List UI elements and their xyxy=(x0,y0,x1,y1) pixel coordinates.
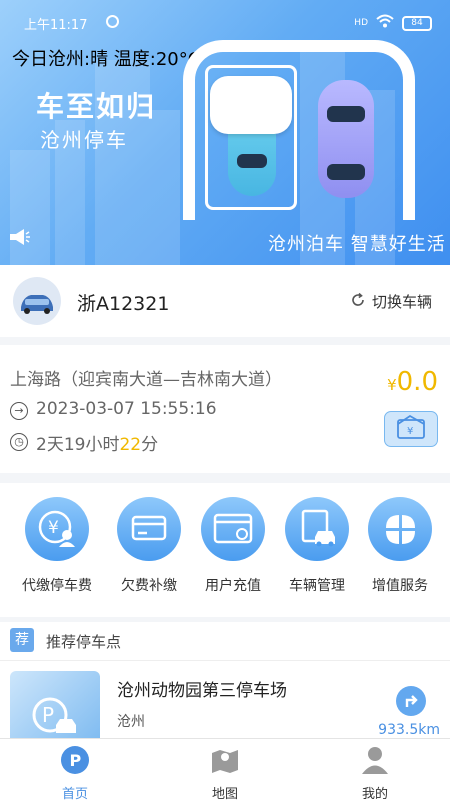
switch-vehicle-button[interactable]: 切换车辆 xyxy=(350,291,432,312)
tab-home[interactable]: P 首页 xyxy=(45,745,105,800)
recommend-title: 推荐停车点 xyxy=(46,633,122,651)
banner-slogan-main: 车至如归 xyxy=(36,90,157,123)
tab-label: 首页 xyxy=(61,787,88,800)
svg-text:¥: ¥ xyxy=(407,426,413,437)
service-label: 车辆管理 xyxy=(289,578,345,594)
svg-text:P: P xyxy=(70,751,82,770)
service-pay-for-others[interactable]: ¥ 代缴停车费 xyxy=(14,497,100,595)
entry-arrow-icon: → xyxy=(10,402,28,420)
car-clipboard-icon xyxy=(285,497,349,561)
switch-vehicle-label: 切换车辆 xyxy=(371,293,432,311)
refresh-icon xyxy=(350,292,366,312)
tab-mine[interactable]: 我的 xyxy=(345,745,405,800)
yen-symbol: ¥ xyxy=(387,376,397,394)
service-vehicle-management[interactable]: 车辆管理 xyxy=(274,497,360,595)
clover-icon xyxy=(368,497,432,561)
map-icon xyxy=(210,745,240,775)
yen-person-icon: ¥ xyxy=(25,497,89,561)
entry-time: 2023-03-07 15:55:16 xyxy=(36,399,217,419)
service-grid: ¥ 代缴停车费 欠费补缴 用户充值 车辆管理 增值服务 xyxy=(0,483,450,617)
parking-lot-item[interactable]: P 沧州动物园第三停车场 沧州 933.5km xyxy=(0,660,450,740)
fee-amount: 0.0 xyxy=(396,367,438,397)
tab-label: 我的 xyxy=(361,787,388,800)
tab-map[interactable]: 地图 xyxy=(195,745,255,800)
megaphone-icon xyxy=(8,228,30,246)
recommend-header: 荐 推荐停车点 xyxy=(0,622,450,660)
duration-minutes: 22 xyxy=(119,435,142,455)
pay-button[interactable]: ¥ xyxy=(384,411,438,447)
card-icon xyxy=(117,497,181,561)
status-bar: 上午11:17 HD 84 xyxy=(20,14,432,34)
battery-icon: 84 xyxy=(402,15,432,31)
service-recharge[interactable]: 用户充值 xyxy=(190,497,276,595)
service-label: 用户充值 xyxy=(205,578,261,594)
parking-lot-distance: 933.5km xyxy=(378,722,440,738)
promo-banner[interactable]: 上午11:17 HD 84 今日沧州:晴 温度:20°C 车至如归 沧州停车 沧… xyxy=(0,0,450,265)
service-label: 代缴停车费 xyxy=(22,578,92,594)
service-label: 增值服务 xyxy=(372,578,428,594)
license-plate: 浙A12321 xyxy=(77,293,170,315)
service-value-added[interactable]: 增值服务 xyxy=(357,497,443,595)
hd-signal-icon: HD xyxy=(354,18,368,28)
scrolling-notice[interactable]: 沧州泊车 智慧好生活 xyxy=(268,230,446,256)
alarm-icon xyxy=(106,15,119,28)
parking-lot-name: 沧州动物园第三停车场 xyxy=(117,681,287,701)
vehicle-row[interactable]: 浙A12321 切换车辆 xyxy=(0,265,450,337)
purple-car-graphic xyxy=(318,80,374,198)
service-arrears[interactable]: 欠费补缴 xyxy=(106,497,192,595)
bottom-tab-bar: P 首页 地图 我的 xyxy=(0,738,450,800)
tab-label: 地图 xyxy=(211,787,238,800)
car-avatar xyxy=(13,277,61,325)
navigate-icon[interactable] xyxy=(396,686,426,716)
person-icon xyxy=(360,745,390,775)
status-time: 上午11:17 xyxy=(24,18,88,33)
road-name: 上海路（迎宾南大道—吉林南大道） xyxy=(10,370,282,390)
parking-lot-city: 沧州 xyxy=(117,714,145,730)
pillow-graphic xyxy=(210,76,292,134)
duration-suffix: 分 xyxy=(141,435,159,455)
clock-icon: ◷ xyxy=(10,433,28,451)
duration-prefix: 2天19小时 xyxy=(36,435,120,455)
wallet-icon: ¥ xyxy=(385,414,436,449)
service-label: 欠费补缴 xyxy=(121,578,177,594)
parking-lot-image: P xyxy=(10,671,100,740)
svg-text:P: P xyxy=(42,703,54,727)
svg-text:¥: ¥ xyxy=(48,518,59,538)
parking-record-card[interactable]: 上海路（迎宾南大道—吉林南大道） → 2023-03-07 15:55:16 ◷… xyxy=(0,345,450,473)
wifi-icon xyxy=(376,14,394,32)
wallet-icon xyxy=(201,497,265,561)
parking-fee: ¥0.0 xyxy=(387,367,438,397)
recommend-tag: 荐 xyxy=(10,628,34,652)
home-p-icon: P xyxy=(60,745,90,775)
banner-slogan-sub: 沧州停车 xyxy=(40,128,128,152)
parking-duration: 2天19小时22分 xyxy=(36,430,158,455)
weather-text: 今日沧州:晴 温度:20°C xyxy=(12,49,201,70)
